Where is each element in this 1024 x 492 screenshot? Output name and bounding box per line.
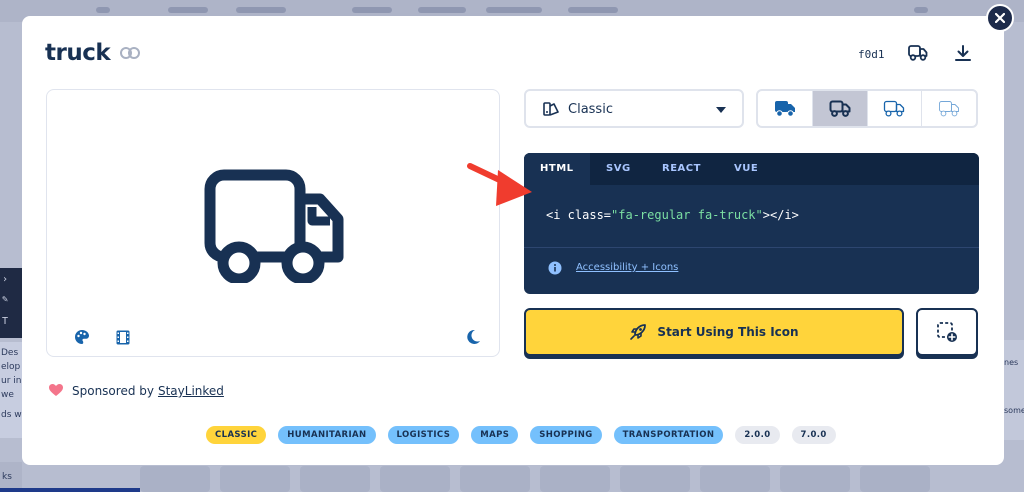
- code-prefix: <i class=: [546, 208, 612, 222]
- truck-icon: [884, 100, 905, 117]
- style-select-label: Classic: [568, 102, 613, 117]
- tag-maps[interactable]: MAPS: [471, 426, 519, 444]
- variant-light[interactable]: [868, 91, 923, 126]
- background-tile: [460, 466, 530, 492]
- close-button[interactable]: [986, 4, 1014, 32]
- style-swatch-icon: [543, 102, 559, 116]
- palette-icon[interactable]: [74, 329, 90, 345]
- background-tile: [220, 466, 290, 492]
- bg-text: elop: [1, 362, 21, 372]
- background-tile: [860, 466, 930, 492]
- bg-text: Des: [1, 348, 19, 358]
- background-tile: [300, 466, 370, 492]
- truck-icon: [939, 101, 960, 117]
- info-icon: [548, 261, 562, 275]
- tag-list: CLASSIC HUMANITARIAN LOGISTICS MAPS SHOP…: [206, 426, 836, 444]
- background-tile: [140, 466, 210, 492]
- tag-logistics[interactable]: LOGISTICS: [387, 426, 460, 444]
- bg-text: nes: [1004, 358, 1019, 367]
- link-icon[interactable]: [120, 46, 140, 60]
- heart-icon: [49, 384, 63, 396]
- bg-text: we: [1, 390, 14, 400]
- start-using-icon-label: Start Using This Icon: [657, 325, 799, 339]
- background-card-right: nes some: [1004, 340, 1024, 440]
- truck-icon: [774, 101, 795, 117]
- variant-toggle-group: [756, 89, 978, 128]
- bg-text: ds w: [1, 410, 22, 420]
- rocket-icon: [630, 324, 647, 340]
- background-tile: [540, 466, 610, 492]
- divider: [524, 247, 979, 248]
- tag-shopping[interactable]: SHOPPING: [530, 426, 602, 444]
- icon-preview: [46, 89, 500, 357]
- background-bottom-bar: [0, 488, 140, 492]
- film-icon[interactable]: [116, 330, 130, 345]
- truck-icon: [204, 169, 344, 283]
- tab-react[interactable]: REACT: [662, 153, 701, 185]
- tag-transportation[interactable]: TRANSPORTATION: [613, 426, 724, 444]
- background-tile: [700, 466, 770, 492]
- chevron-down-icon: [716, 107, 726, 113]
- background-tile: [780, 466, 850, 492]
- moon-icon[interactable]: [465, 329, 481, 345]
- tag-version[interactable]: 7.0.0: [791, 426, 836, 444]
- bg-text: some: [1004, 406, 1024, 415]
- style-select[interactable]: Classic: [524, 89, 744, 128]
- bg-text: ur in: [1, 376, 22, 386]
- tag-version[interactable]: 2.0.0: [735, 426, 780, 444]
- annotation-arrow: [467, 163, 532, 206]
- background-sidebar: › ✎ T: [0, 268, 22, 338]
- code-panel: HTML SVG REACT VUE <i class="fa-regular …: [524, 153, 979, 294]
- add-to-collection-icon: [937, 322, 957, 342]
- download-icon[interactable]: [954, 44, 972, 62]
- tab-vue[interactable]: VUE: [734, 153, 758, 185]
- code-string: "fa-regular fa-truck": [611, 208, 763, 222]
- unicode-value[interactable]: f0d1: [858, 48, 885, 61]
- tag-classic[interactable]: CLASSIC: [206, 426, 267, 444]
- background-card-left: Des elop ur in we ds w: [0, 342, 22, 438]
- icon-title: truck: [45, 40, 111, 66]
- accessibility-link[interactable]: Accessibility + Icons: [576, 262, 678, 273]
- background-tile: [620, 466, 690, 492]
- bg-text: ks: [2, 472, 12, 482]
- code-tabs: HTML SVG REACT VUE: [524, 153, 979, 185]
- icon-detail-modal: truck f0d1 Classic HTML SVG REACT VUE <i…: [22, 16, 1004, 465]
- truck-icon[interactable]: [908, 45, 928, 61]
- background-tile: [380, 466, 450, 492]
- variant-thin[interactable]: [922, 91, 976, 126]
- tab-svg[interactable]: SVG: [606, 153, 631, 185]
- start-using-icon-button[interactable]: Start Using This Icon: [524, 308, 904, 356]
- add-to-collection-button[interactable]: [916, 308, 978, 356]
- sponsor-prefix: Sponsored by: [72, 384, 154, 398]
- code-suffix: ></i>: [762, 208, 799, 222]
- sponsor-line: Sponsored by StayLinked: [72, 384, 224, 398]
- variant-solid[interactable]: [758, 91, 813, 126]
- variant-regular[interactable]: [812, 91, 868, 126]
- close-icon: [995, 13, 1005, 23]
- code-snippet[interactable]: <i class="fa-regular fa-truck"></i>: [546, 208, 799, 222]
- sponsor-link[interactable]: StayLinked: [158, 384, 224, 398]
- tag-humanitarian[interactable]: HUMANITARIAN: [278, 426, 376, 444]
- truck-icon: [829, 100, 851, 117]
